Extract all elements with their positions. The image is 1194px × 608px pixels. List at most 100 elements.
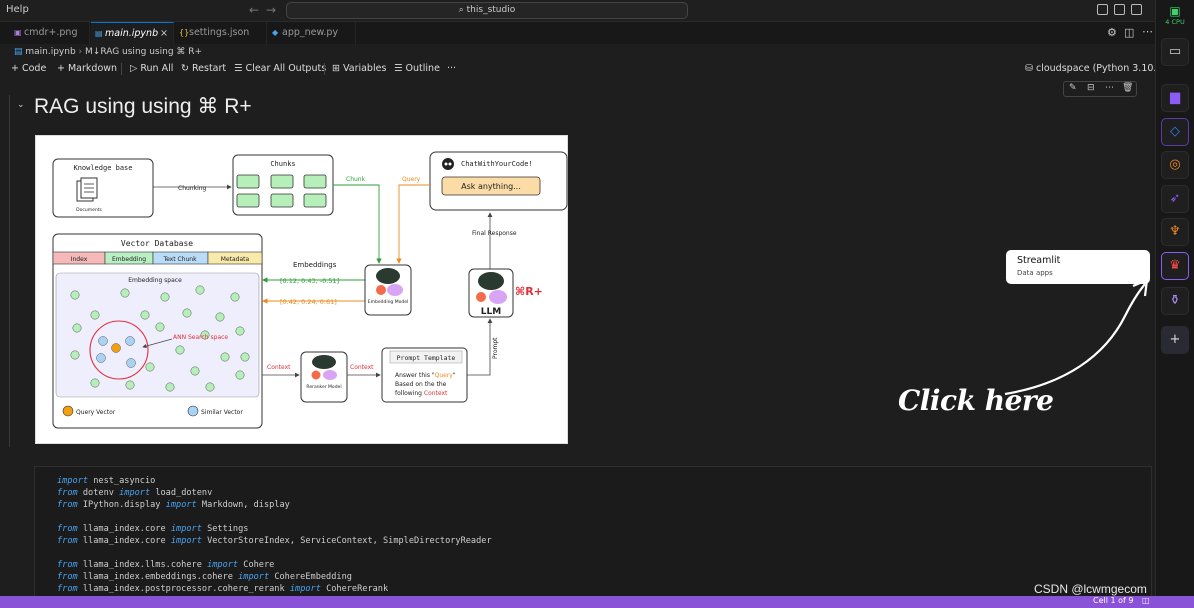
vscode-icon[interactable]: ◇ bbox=[1161, 118, 1189, 146]
jupyter-icon[interactable]: ◎ bbox=[1161, 151, 1189, 179]
close-icon[interactable]: × bbox=[160, 23, 168, 45]
more-toolbar-button[interactable]: ··· bbox=[447, 62, 456, 76]
embedding-point bbox=[70, 290, 80, 300]
menu-help[interactable]: Help bbox=[6, 4, 29, 15]
prompt-line-3: following Context bbox=[395, 390, 448, 397]
embedding-point bbox=[90, 378, 100, 388]
cpu-monitor[interactable]: ▣ 4 CPU bbox=[1161, 4, 1189, 32]
flask-icon[interactable]: ⚱ bbox=[1161, 287, 1189, 315]
command-search[interactable]: ⌕ this_studio bbox=[286, 2, 688, 19]
cell-actions: ✎ ⊟ ⋯ 🗑 bbox=[1063, 81, 1137, 97]
embedding-point bbox=[90, 310, 100, 320]
code-line: from llama_index.embeddings.cohere impor… bbox=[57, 572, 352, 582]
outline-button[interactable]: ☰ Outline bbox=[394, 62, 440, 76]
code-cell[interactable]: import nest_asyncio from dotenv import lo… bbox=[34, 466, 1152, 608]
variables-button[interactable]: ⊞ Variables bbox=[332, 62, 386, 76]
page-title: RAG using using ⌘ R+ bbox=[34, 95, 252, 118]
similar-vector-point bbox=[126, 358, 136, 368]
clear-outputs-button[interactable]: ☰ Clear All Outputs bbox=[234, 62, 326, 76]
embedding-point bbox=[120, 288, 130, 298]
cell-count[interactable]: Cell 1 of 9 bbox=[1093, 596, 1133, 605]
rag-diagram: Knowledge base Documents Chunking Chunks… bbox=[35, 135, 568, 444]
forward-arrow-icon[interactable]: → bbox=[266, 3, 276, 17]
streamlit-icon[interactable]: ♛ bbox=[1161, 252, 1189, 280]
divider bbox=[324, 63, 325, 75]
chunk-block bbox=[303, 193, 327, 208]
kernel-picker[interactable]: ⛁ cloudspace (Python 3.10.10) bbox=[1025, 62, 1172, 76]
knowledge-base-label: Knowledge base bbox=[73, 164, 132, 172]
terminal-icon[interactable]: ▭ bbox=[1161, 38, 1189, 66]
svg-text:Index: Index bbox=[71, 256, 88, 263]
rocket-icon[interactable]: ➶ bbox=[1161, 185, 1189, 213]
final-response-label: Final Response bbox=[472, 230, 517, 237]
title-bar: Help ← → ⌕ this_studio bbox=[0, 0, 1194, 22]
restart-button[interactable]: ↻ Restart bbox=[181, 62, 226, 76]
split-editor-icon[interactable]: ◫ bbox=[1124, 26, 1134, 39]
divider bbox=[121, 63, 122, 75]
folder-icon[interactable]: ▆ bbox=[1161, 84, 1189, 112]
status-bar: Cell 1 of 9 ◫ bbox=[0, 596, 1194, 608]
embedding-point bbox=[235, 326, 245, 336]
toggle-primary-sidebar-icon[interactable] bbox=[1097, 4, 1108, 15]
click-here-annotation: Click here bbox=[898, 384, 1054, 417]
run-all-button[interactable]: ▷ Run All bbox=[130, 62, 173, 76]
embedding-point bbox=[215, 312, 225, 322]
embedding-point bbox=[220, 352, 230, 362]
tab-main-ipynb[interactable]: ▤ main.ipynb × bbox=[91, 22, 174, 44]
toggle-panel-icon[interactable] bbox=[1114, 4, 1125, 15]
chevron-down-icon[interactable]: ⌄ bbox=[17, 100, 25, 110]
add-app-button[interactable]: + bbox=[1161, 326, 1189, 354]
ask-text: Ask anything... bbox=[461, 182, 521, 191]
tooltip-title: Streamlit bbox=[1017, 255, 1061, 266]
embedding-point bbox=[230, 292, 240, 302]
prompt-line-2: Based on the the bbox=[395, 381, 447, 388]
tab-cmdr-png[interactable]: ▣ cmdr+.png bbox=[10, 22, 90, 44]
similar-vector-legend bbox=[187, 405, 199, 417]
similar-vector-point bbox=[98, 336, 108, 346]
chunk-block bbox=[236, 174, 260, 189]
add-markdown-button[interactable]: + Markdown bbox=[57, 62, 117, 76]
back-arrow-icon[interactable]: ← bbox=[249, 3, 259, 17]
bell-icon[interactable]: ◫ bbox=[1142, 596, 1150, 605]
context2-label: Context bbox=[350, 364, 374, 371]
embedding-space bbox=[55, 272, 260, 398]
play-icon: ▷ bbox=[130, 63, 141, 74]
search-icon: ⌕ bbox=[458, 5, 467, 15]
toggle-secondary-sidebar-icon[interactable] bbox=[1131, 4, 1142, 15]
gear-icon[interactable]: ⚙ bbox=[1107, 26, 1117, 39]
more-actions-icon[interactable]: ⋯ bbox=[1142, 25, 1153, 38]
prompt-line-1: Answer this "Query" bbox=[395, 372, 456, 379]
breadcrumb-file[interactable]: main.ipynb bbox=[25, 47, 75, 57]
svg-text:Embedding: Embedding bbox=[112, 256, 146, 263]
tab-settings-json[interactable]: {} settings.json bbox=[175, 22, 267, 44]
chip-icon: ▣ bbox=[1169, 4, 1181, 18]
embeddings-label: Embeddings bbox=[293, 261, 337, 269]
breadcrumb-section[interactable]: M↓RAG using using ⌘ R+ bbox=[85, 47, 202, 57]
ann-label: ANN Search space bbox=[173, 334, 228, 341]
tab-app-new-py[interactable]: ◆ app_new.py bbox=[268, 22, 356, 44]
vec1-label: [0.12, 0.43, -0.51] bbox=[280, 277, 339, 285]
rag-diagram-svg: Knowledge base Documents Chunking Chunks… bbox=[35, 135, 568, 444]
kernel-icon: ⛁ bbox=[1025, 63, 1036, 74]
similar-vector-point bbox=[96, 353, 106, 363]
svg-text:Text Chunk: Text Chunk bbox=[162, 256, 197, 263]
chunk-block bbox=[236, 193, 260, 208]
chat-title: ChatWithYourCode! bbox=[461, 160, 533, 168]
similar-vector-label: Similar Vector bbox=[201, 409, 243, 416]
tensorflow-icon[interactable]: ♆ bbox=[1161, 218, 1189, 246]
trash-icon[interactable]: 🗑 bbox=[1122, 83, 1133, 93]
split-cell-icon[interactable]: ⊟ bbox=[1087, 83, 1095, 93]
notebook-toolbar: + Code + Markdown ▷ Run All ↻ Restart ☰ … bbox=[0, 60, 1172, 78]
embedding-point bbox=[182, 308, 192, 318]
chunk-block bbox=[270, 174, 294, 189]
embedding-point bbox=[72, 323, 82, 333]
query-vector-legend bbox=[62, 405, 74, 417]
reranker-label: Reranker Model bbox=[306, 384, 341, 390]
chunking-label: Chunking bbox=[178, 185, 207, 192]
more-icon[interactable]: ⋯ bbox=[1105, 83, 1114, 93]
variables-icon: ⊞ bbox=[332, 63, 343, 74]
embedding-point bbox=[160, 292, 170, 302]
edit-icon[interactable]: ✎ bbox=[1069, 83, 1077, 93]
code-line: from llama_index.postprocessor.cohere_re… bbox=[57, 584, 389, 594]
add-code-button[interactable]: + Code bbox=[11, 62, 46, 76]
